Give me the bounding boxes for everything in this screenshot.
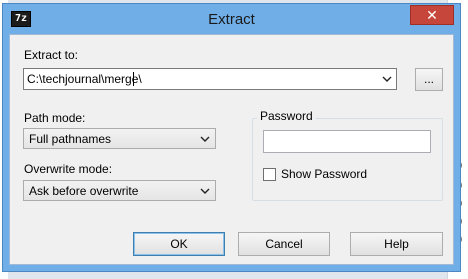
title-bar[interactable]: 7z Extract ✕ — [3, 4, 460, 34]
password-field[interactable] — [263, 130, 431, 153]
browse-button[interactable]: ... — [415, 68, 443, 91]
extract-dialog: 7z Extract ✕ Extract to: C:\techjournal\… — [2, 3, 461, 272]
path-mode-value: Full pathnames — [29, 132, 112, 146]
path-mode-label: Path mode: — [24, 111, 86, 125]
cancel-button-label: Cancel — [265, 237, 303, 251]
dialog-body: Extract to: C:\techjournal\merge\ ... Pa… — [9, 34, 454, 265]
ok-button-label: OK — [170, 237, 188, 251]
overwrite-mode-label: Overwrite mode: — [24, 162, 113, 176]
path-mode-select[interactable]: Full pathnames — [23, 128, 216, 149]
extract-to-combobox[interactable]: C:\techjournal\merge\ — [23, 68, 397, 90]
chevron-down-icon — [200, 136, 210, 142]
chevron-down-icon — [200, 188, 210, 194]
close-button[interactable]: ✕ — [410, 5, 454, 25]
show-password-checkbox[interactable] — [263, 168, 276, 181]
overwrite-mode-select[interactable]: Ask before overwrite — [23, 180, 216, 201]
cancel-button[interactable]: Cancel — [238, 232, 330, 256]
chevron-down-icon[interactable] — [382, 74, 392, 84]
ok-button[interactable]: OK — [133, 232, 225, 256]
extract-to-label: Extract to: — [24, 48, 79, 62]
password-group-label: Password — [257, 109, 316, 123]
help-button[interactable]: Help — [350, 232, 443, 256]
text-cursor — [133, 72, 134, 86]
help-button-label: Help — [384, 237, 409, 251]
browse-button-label: ... — [423, 72, 434, 86]
overwrite-mode-value: Ask before overwrite — [29, 184, 139, 198]
extract-to-value[interactable]: C:\techjournal\merge\ — [27, 72, 142, 86]
show-password-label[interactable]: Show Password — [281, 167, 367, 181]
close-icon: ✕ — [426, 7, 438, 23]
dialog-title: Extract — [208, 11, 255, 28]
